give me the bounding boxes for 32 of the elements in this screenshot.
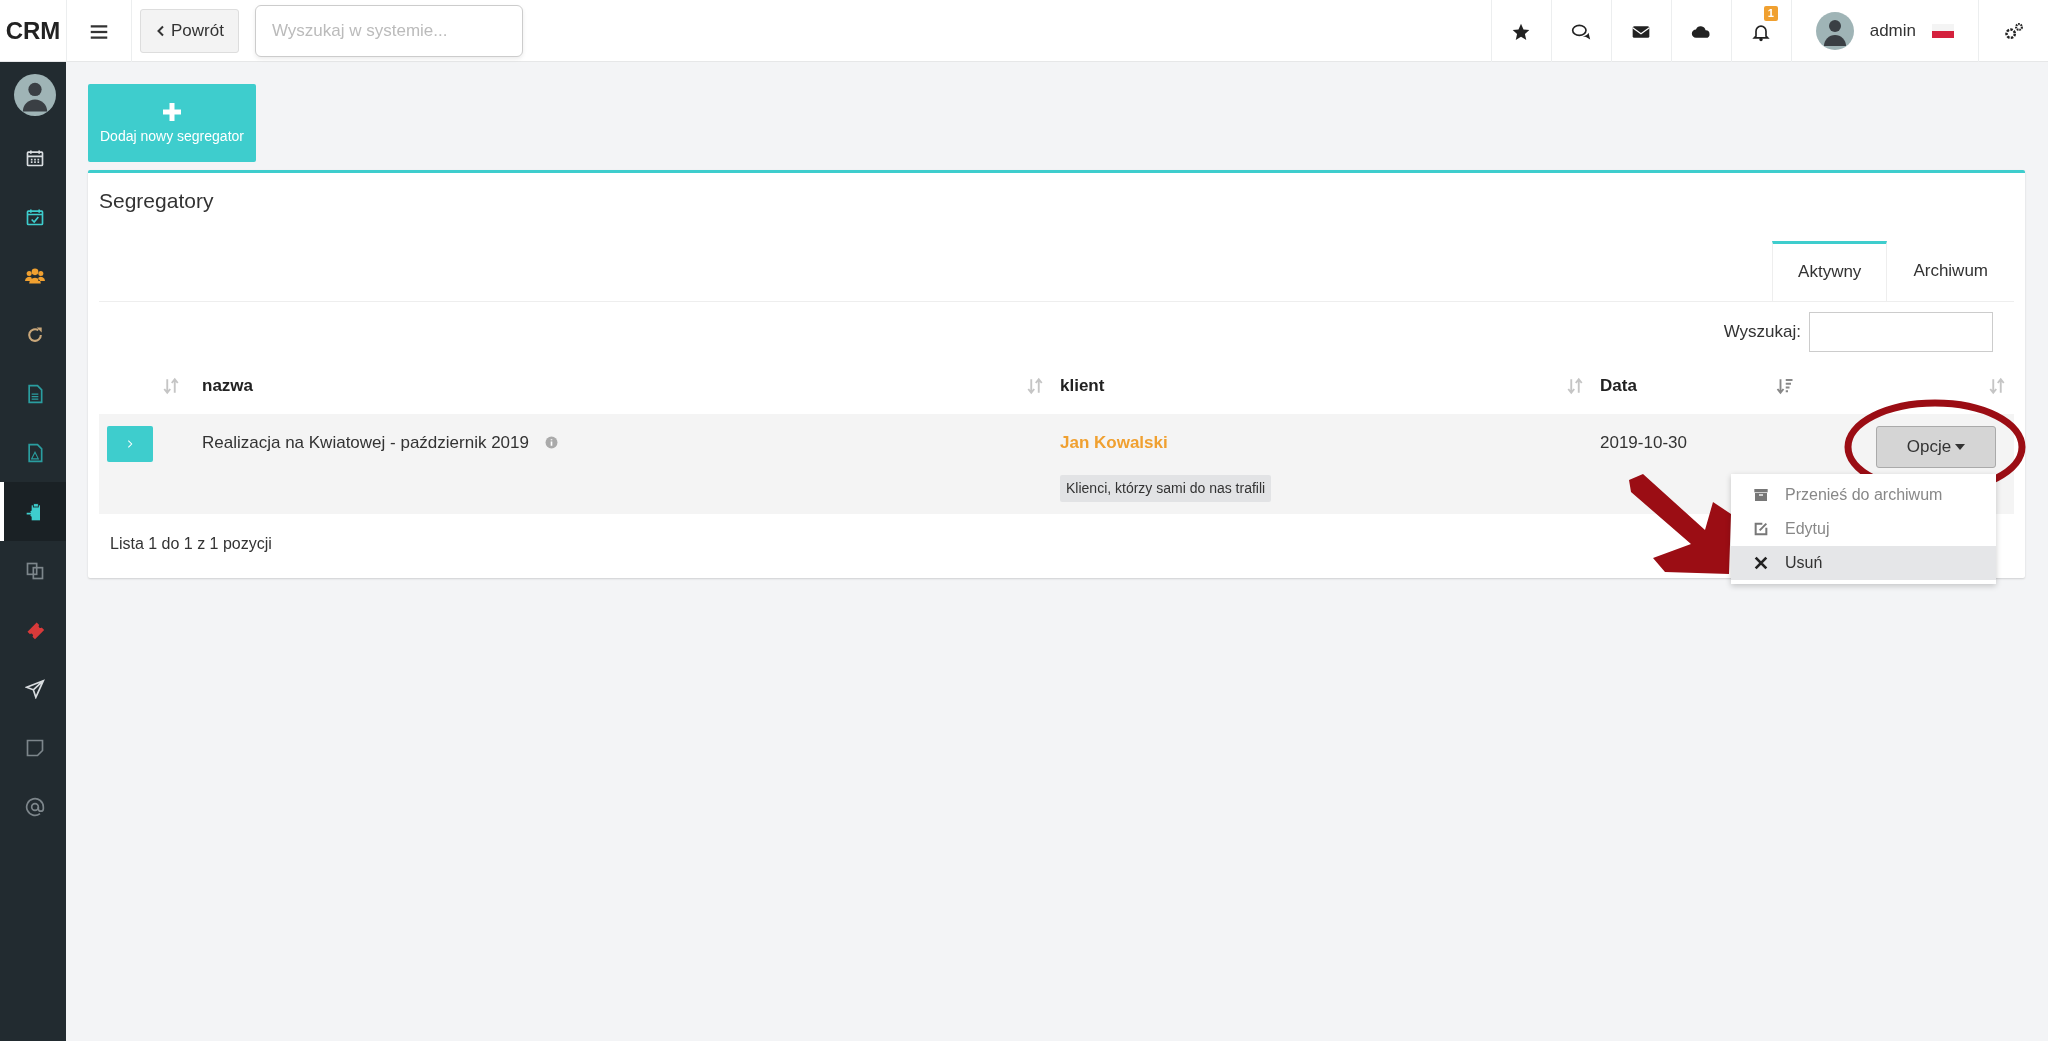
caret-icon	[1955, 443, 1966, 450]
pagination-info: Lista 1 do 1 z 1 pozycji	[110, 535, 272, 552]
search-field[interactable]	[1809, 311, 1993, 352]
column-header: nazwa	[202, 374, 254, 397]
logo-text: CRM	[4, 15, 62, 46]
search-label: Wyszukaj:	[1723, 320, 1801, 343]
archive-icon	[1753, 486, 1769, 503]
flag-icon	[1932, 24, 1954, 38]
edit-icon	[1753, 520, 1769, 537]
panel-title: Segregatory	[98, 188, 215, 214]
info-icon	[544, 435, 558, 449]
search-field[interactable]: Wyszukaj w systemie...	[254, 5, 523, 57]
avatar	[14, 74, 56, 116]
avatar	[1815, 12, 1854, 50]
tab[interactable]: Aktywny	[1772, 240, 1888, 301]
tab[interactable]: Archiwum	[1887, 240, 2014, 301]
back-button[interactable]: Powrót	[140, 9, 239, 53]
options-button[interactable]: Opcje	[1876, 425, 1996, 468]
menu-icon	[89, 22, 109, 41]
date-text: 2019-10-30	[1600, 432, 1687, 452]
user-name[interactable]: admin	[1869, 18, 1916, 44]
settings-icon	[2002, 21, 2025, 42]
column-header: Data	[1600, 374, 1637, 397]
client-tag: Klienci, którzy sami do nas trafili	[1060, 475, 1272, 502]
delete-icon	[1753, 554, 1769, 571]
binder-name: Realizacja na Kwiatowej - październik 2019	[202, 431, 529, 454]
menu-item[interactable]: Usuń	[1731, 545, 1996, 580]
notification-count: 1	[1763, 6, 1778, 21]
sidebar-item[interactable]	[0, 482, 66, 541]
column-header: klient	[1060, 374, 1105, 397]
menu-item[interactable]: Edytuj	[1731, 511, 1996, 546]
menu-item[interactable]: Przenieś do archiwum	[1731, 477, 1996, 512]
